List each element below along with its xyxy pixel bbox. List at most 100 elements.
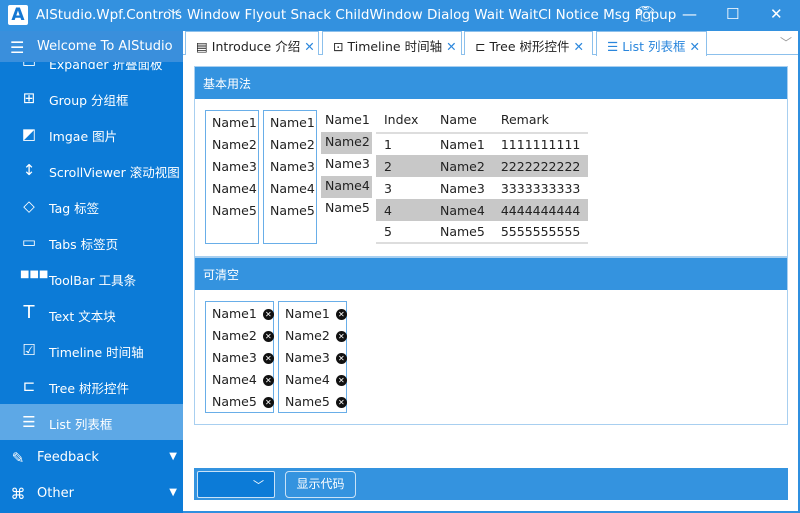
clear-icon[interactable]: ✕ [335, 309, 347, 320]
listbox-clearable-2[interactable]: Name1 ✕ Name2 ✕ Name3 ✕ Name4 ✕ Name5 ✕ [278, 301, 347, 413]
chevron-down-icon[interactable]: ﹀ [168, 6, 180, 23]
list-item[interactable]: Name3 ✕ [279, 348, 347, 370]
close-icon[interactable]: ✕ [770, 5, 783, 23]
app-name[interactable]: AIStudio.Wpf.Controls [36, 7, 182, 23]
clear-icon[interactable]: ✕ [262, 353, 274, 364]
tab-introduce[interactable]: ▤ Introduce 介绍 ✕ [185, 31, 319, 55]
list-item[interactable]: Name2 [264, 135, 316, 157]
sidebar-item-label: Imgae 图片 [49, 129, 118, 144]
clear-icon[interactable]: ✕ [335, 353, 347, 364]
listbox-bordered-2[interactable]: Name1 Name2 Name3 Name4 Name5 [263, 110, 317, 244]
close-tab-icon[interactable]: ✕ [690, 39, 700, 54]
menu-flyout[interactable]: Flyout [245, 7, 287, 23]
caret-down-icon: ▼ [169, 487, 177, 498]
listbox-alternating[interactable]: Name1 Name2 Name3 Name4 Name5 [321, 110, 372, 220]
sidebar-item-group[interactable]: ⊞ Group 分组框 [0, 80, 183, 116]
list-item[interactable]: Name3 [321, 154, 372, 176]
menu-snack[interactable]: Snack [290, 7, 331, 23]
sidebar-item-tabs[interactable]: ▭ Tabs 标签页 [0, 224, 183, 260]
menu-childwindow[interactable]: ChildWindow [335, 7, 422, 23]
minimize-icon[interactable]: — [682, 5, 697, 23]
list-item[interactable]: Name1 [206, 113, 258, 135]
document-icon: ▤ [196, 39, 208, 54]
table-row[interactable]: 1 Name1 1111111111 [376, 133, 588, 155]
list-item[interactable]: Name3 [206, 157, 258, 179]
menu-notice[interactable]: Notice [556, 7, 599, 23]
sidebar-item-scrollviewer[interactable]: ↕ ScrollViewer 滚动视图 [0, 152, 183, 188]
sidebar-item-timeline[interactable]: ☑ Timeline 时间轴 [0, 332, 183, 368]
tab-list[interactable]: ☰ List 列表框 ✕ [596, 31, 707, 56]
style-select[interactable]: ﹀ [197, 471, 275, 498]
list-item[interactable]: Name2 ✕ [279, 326, 347, 348]
list-item[interactable]: Name2 [206, 135, 258, 157]
list-icon: ☰ [22, 413, 36, 431]
column-remark[interactable]: Remark [492, 107, 589, 134]
tab-overflow-chevron-icon[interactable]: ﹀ [780, 34, 792, 51]
clear-icon[interactable]: ✕ [262, 375, 274, 386]
list-item[interactable]: Name5 [206, 201, 258, 223]
sidebar-item-image[interactable]: ◩ Imgae 图片 [0, 116, 183, 152]
clear-icon[interactable]: ✕ [335, 331, 347, 342]
sidebar-group-other[interactable]: ⌘ Other ▼ [0, 476, 183, 512]
column-index[interactable]: Index [376, 107, 432, 134]
clear-icon[interactable]: ✕ [262, 331, 274, 342]
shirt-icon[interactable]: 👕︎ [636, 5, 655, 23]
list-item[interactable]: Name3 ✕ [206, 348, 274, 370]
list-item[interactable]: Name5 [321, 198, 372, 220]
list-item[interactable]: Name2 ✕ [206, 326, 274, 348]
item-label: Name2 [285, 328, 330, 343]
list-item[interactable]: Name4 [321, 176, 372, 198]
menu-dialog[interactable]: Dialog [427, 7, 470, 23]
close-tab-icon[interactable]: ✕ [446, 39, 456, 54]
list-item[interactable]: Name5 ✕ [206, 392, 274, 414]
table-row[interactable]: 4 Name4 4444444444 [376, 199, 589, 221]
item-label: Name3 [212, 350, 257, 365]
cell-remark: 2222222222 [500, 158, 581, 174]
menu-window[interactable]: Window [187, 7, 240, 23]
sidebar-item-tree[interactable]: ⊏ Tree 树形控件 [0, 368, 183, 404]
clear-icon[interactable]: ✕ [335, 375, 347, 386]
list-item[interactable]: Name5 ✕ [279, 392, 347, 414]
list-item[interactable]: Name4 ✕ [206, 370, 274, 392]
hamburger-icon[interactable]: ☰ [10, 38, 24, 57]
sidebar-group-feedback[interactable]: ✎ Feedback ▼ [0, 440, 183, 476]
listbox-clearable[interactable]: Name1 ✕ Name2 ✕ Name3 ✕ Name4 ✕ Name5 ✕ [205, 301, 274, 413]
close-tab-icon[interactable]: ✕ [304, 39, 314, 54]
tab-timeline[interactable]: ⊡ Timeline 时间轴 ✕ [322, 31, 462, 55]
sidebar-group-label: Feedback [37, 450, 99, 465]
sidebar-item-label: Timeline 时间轴 [49, 345, 144, 360]
list-item[interactable]: Name4 [264, 179, 316, 201]
menu-wait[interactable]: Wait [474, 7, 504, 23]
list-item[interactable]: Name4 [206, 179, 258, 201]
listbox-bordered[interactable]: Name1 Name2 Name3 Name4 Name5 [205, 110, 259, 244]
menu-waitcl[interactable]: WaitCl [508, 7, 551, 23]
clear-icon[interactable]: ✕ [335, 397, 347, 408]
menu-msg[interactable]: Msg [603, 7, 630, 23]
table-row[interactable]: 5 Name5 5555555555 [376, 221, 588, 243]
list-item[interactable]: Name3 [264, 157, 316, 179]
maximize-icon[interactable]: ☐ [726, 5, 739, 23]
tree-icon: ⊏ [475, 39, 486, 54]
sidebar-item-list[interactable]: ☰ List 列表框 [0, 404, 183, 440]
list-item[interactable]: Name1 [264, 113, 316, 135]
table-row[interactable]: 3 Name3 3333333333 [376, 177, 588, 199]
sidebar-item-text[interactable]: T Text 文本块 [0, 296, 183, 332]
tab-tree[interactable]: ⊏ Tree 树形控件 ✕ [464, 31, 593, 55]
sidebar-item-tag[interactable]: ◇ Tag 标签 [0, 188, 183, 224]
clear-icon[interactable]: ✕ [262, 397, 274, 408]
table-row[interactable]: 2 Name2 2222222222 [376, 155, 589, 177]
cell-name: Name1 [440, 137, 485, 152]
list-item[interactable]: Name1 ✕ [279, 304, 347, 326]
list-item[interactable]: Name2 [321, 132, 372, 154]
list-item[interactable]: Name4 ✕ [279, 370, 347, 392]
show-code-button[interactable]: 显示代码 [285, 471, 356, 498]
close-tab-icon[interactable]: ✕ [574, 39, 584, 54]
list-item[interactable]: Name1 ✕ [206, 304, 274, 326]
column-name[interactable]: Name [432, 107, 493, 134]
clear-icon[interactable]: ✕ [262, 309, 274, 320]
list-item[interactable]: Name1 [321, 110, 372, 132]
other-icon: ⌘ [10, 485, 26, 503]
sidebar-item-toolbar[interactable]: ■■■ ToolBar 工具条 [0, 260, 183, 296]
list-item[interactable]: Name5 [264, 201, 316, 223]
sidebar-header[interactable]: ☰ Welcome To AIStudio [0, 31, 183, 62]
